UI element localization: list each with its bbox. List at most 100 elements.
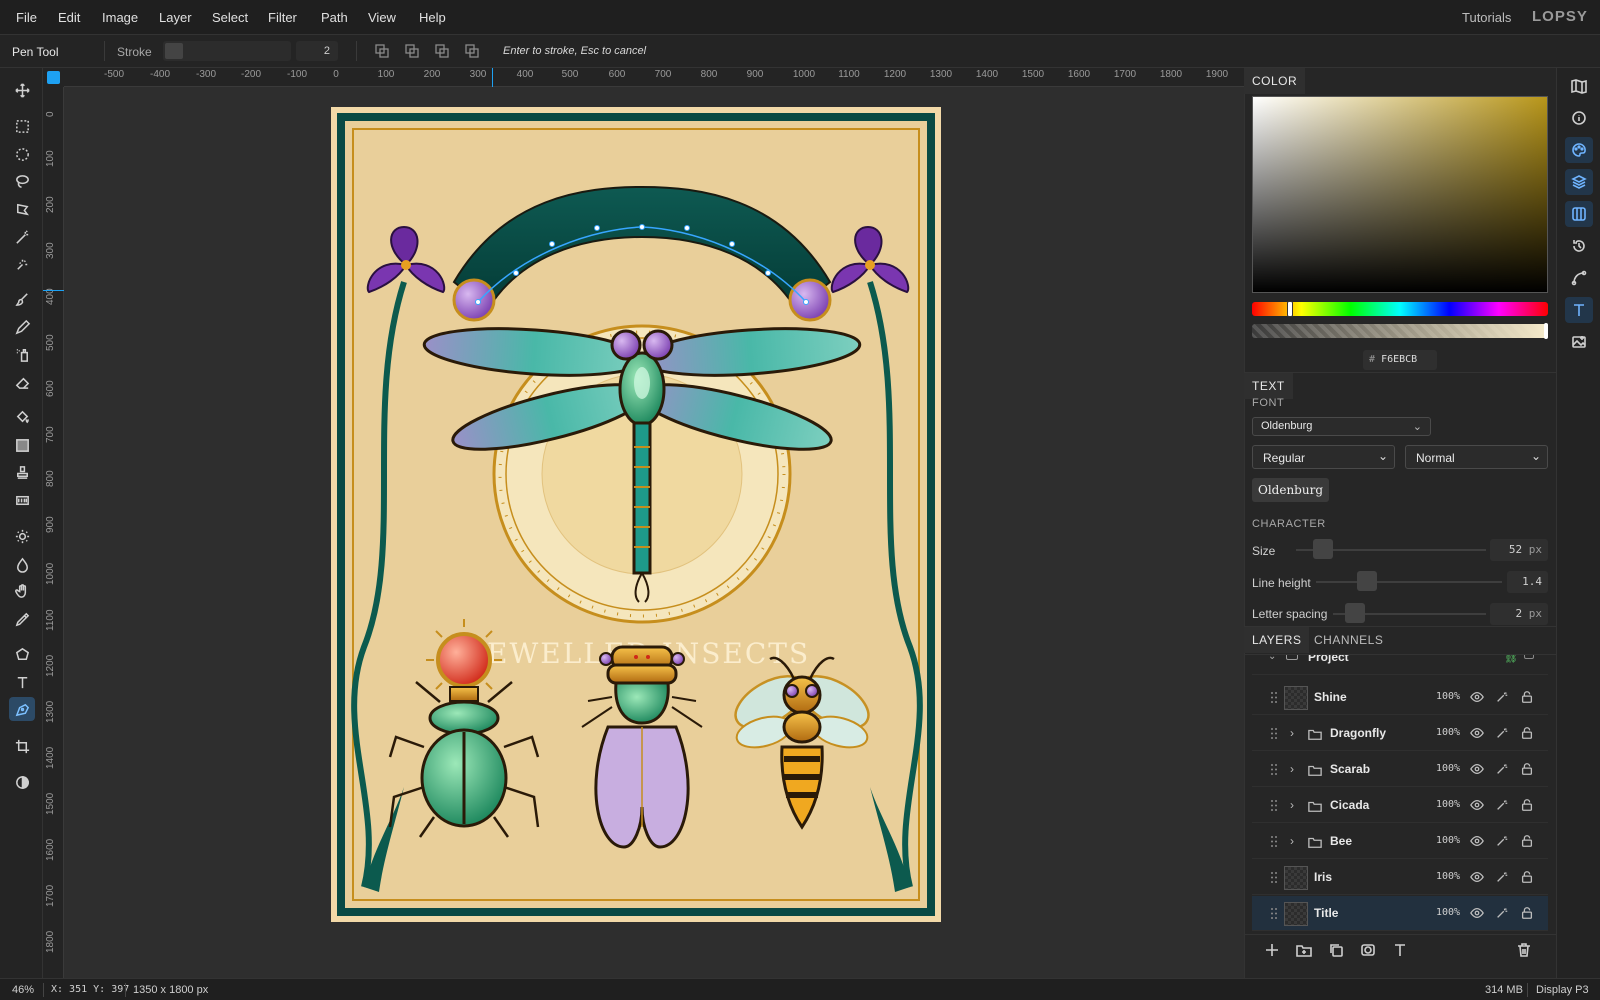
layer-opacity[interactable]: 100% — [1436, 835, 1460, 846]
path-mode-subtract-icon[interactable] — [434, 43, 450, 59]
drag-handle-icon[interactable] — [1270, 763, 1278, 776]
layer-opacity[interactable]: 100% — [1436, 799, 1460, 810]
duplicate-layer-icon[interactable] — [1328, 942, 1348, 962]
eyedropper-tool-icon[interactable] — [9, 607, 35, 631]
menu-help[interactable]: Help — [419, 10, 446, 25]
lock-icon[interactable] — [1520, 690, 1534, 704]
path-mode-intersect-icon[interactable] — [464, 43, 480, 59]
quick-select-tool-icon[interactable] — [9, 252, 35, 276]
info-icon[interactable] — [1565, 105, 1593, 131]
hex-input[interactable]: # F6EBCB — [1363, 350, 1437, 370]
drag-handle-icon[interactable] — [1270, 907, 1278, 920]
line-height-slider-knob[interactable] — [1357, 571, 1377, 591]
hue-slider-handle[interactable] — [1287, 301, 1293, 317]
eye-icon[interactable] — [1470, 906, 1484, 920]
font-style-select[interactable]: Normal ⌄ — [1405, 445, 1548, 469]
path-mode-union-icon[interactable] — [404, 43, 420, 59]
lock-icon[interactable] — [1520, 906, 1534, 920]
pen-tool-icon[interactable] — [9, 697, 35, 721]
image-adjust-icon[interactable] — [1565, 329, 1593, 355]
layer-row-title[interactable]: Title 100% — [1252, 896, 1548, 931]
effects-icon[interactable] — [1495, 690, 1509, 704]
path-mode-new-icon[interactable] — [374, 43, 390, 59]
font-family-dropdown[interactable]: Oldenburg ⌄ — [1252, 417, 1431, 436]
eraser-tool-icon[interactable] — [9, 370, 35, 394]
eye-icon[interactable] — [1470, 762, 1484, 776]
effects-icon[interactable] — [1495, 906, 1509, 920]
drag-handle-icon[interactable] — [1270, 799, 1278, 812]
layer-root-row[interactable]: ⌄ Project ⛓ — [1252, 655, 1548, 675]
crop-tool-icon[interactable] — [9, 734, 35, 758]
ellipse-select-tool-icon[interactable] — [9, 142, 35, 166]
menu-path[interactable]: Path — [321, 10, 348, 25]
eye-icon[interactable] — [1470, 690, 1484, 704]
effects-icon[interactable] — [1495, 870, 1509, 884]
text-tool-icon[interactable] — [9, 670, 35, 694]
dodge-tool-icon[interactable] — [9, 524, 35, 548]
delete-layer-icon[interactable] — [1516, 942, 1536, 962]
move-tool-icon[interactable] — [9, 78, 35, 102]
gradient-tool-icon[interactable] — [9, 433, 35, 457]
lock-icon[interactable] — [1520, 762, 1534, 776]
tutorials-link[interactable]: Tutorials — [1462, 10, 1511, 25]
text-layer-icon[interactable] — [1392, 942, 1412, 962]
pattern-tool-icon[interactable] — [9, 488, 35, 512]
mask-icon[interactable] — [1360, 942, 1380, 962]
color-profile[interactable]: Display P3 — [1536, 984, 1589, 996]
tab-channels[interactable]: CHANNELS — [1306, 627, 1391, 653]
menu-layer[interactable]: Layer — [159, 10, 192, 25]
layer-row-cicada[interactable]: › Cicada 100% — [1252, 788, 1548, 823]
chevron-right-icon[interactable]: › — [1290, 726, 1294, 740]
pencil-tool-icon[interactable] — [9, 315, 35, 339]
menu-view[interactable]: View — [368, 10, 396, 25]
layer-row-shine[interactable]: Shine 100% — [1252, 680, 1548, 715]
drag-handle-icon[interactable] — [1270, 691, 1278, 704]
zoom-level[interactable]: 46% — [12, 984, 34, 996]
layer-opacity[interactable]: 100% — [1436, 763, 1460, 774]
eye-icon[interactable] — [1470, 834, 1484, 848]
size-value-input[interactable]: 52 px — [1490, 539, 1548, 561]
rect-select-tool-icon[interactable] — [9, 114, 35, 138]
size-slider-knob[interactable] — [1313, 539, 1333, 559]
brush-tool-icon[interactable] — [9, 287, 35, 311]
letter-spacing-value-input[interactable]: 2 px — [1490, 603, 1548, 625]
color-picker-handle[interactable] — [1545, 97, 1547, 99]
layer-opacity[interactable]: 100% — [1436, 871, 1460, 882]
add-layer-icon[interactable] — [1264, 942, 1284, 962]
menu-image[interactable]: Image — [102, 10, 138, 25]
alpha-slider-handle[interactable] — [1544, 323, 1548, 339]
shape-tool-icon[interactable] — [9, 642, 35, 666]
font-preview-chip[interactable]: Oldenburg — [1252, 478, 1329, 502]
menu-select[interactable]: Select — [212, 10, 248, 25]
layer-opacity[interactable]: 100% — [1436, 691, 1460, 702]
layers-icon[interactable] — [1565, 169, 1593, 195]
tab-text[interactable]: TEXT — [1244, 373, 1293, 399]
history-icon[interactable] — [1565, 233, 1593, 259]
layer-row-bee[interactable]: › Bee 100% — [1252, 824, 1548, 859]
layer-row-iris[interactable]: Iris 100% — [1252, 860, 1548, 895]
stroke-value-input[interactable]: 2 — [296, 41, 338, 61]
color-saturation-field[interactable] — [1252, 96, 1548, 293]
lock-icon[interactable] — [1520, 798, 1534, 812]
lock-icon[interactable] — [1520, 726, 1534, 740]
effects-icon[interactable] — [1495, 762, 1509, 776]
layer-opacity[interactable]: 100% — [1436, 907, 1460, 918]
line-height-slider[interactable] — [1316, 581, 1502, 583]
chevron-down-icon[interactable]: ⌄ — [1268, 655, 1276, 662]
layer-opacity[interactable]: 100% — [1436, 727, 1460, 738]
line-height-value-input[interactable]: 1.4 — [1507, 571, 1548, 593]
layer-row-scarab[interactable]: › Scarab 100% — [1252, 752, 1548, 787]
font-weight-select[interactable]: Regular ⌄ — [1252, 445, 1395, 469]
spray-tool-icon[interactable] — [9, 342, 35, 366]
eye-icon[interactable] — [1470, 726, 1484, 740]
effects-icon[interactable] — [1495, 834, 1509, 848]
hue-slider[interactable] — [1252, 301, 1548, 317]
tab-color[interactable]: COLOR — [1244, 68, 1306, 94]
lock-icon[interactable] — [1524, 655, 1534, 659]
chevron-right-icon[interactable]: › — [1290, 798, 1294, 812]
drag-handle-icon[interactable] — [1270, 727, 1278, 740]
map-icon[interactable] — [1565, 73, 1593, 99]
letter-spacing-slider-knob[interactable] — [1345, 603, 1365, 623]
alpha-slider[interactable] — [1252, 323, 1548, 339]
ruler-origin-marker[interactable] — [47, 71, 60, 84]
